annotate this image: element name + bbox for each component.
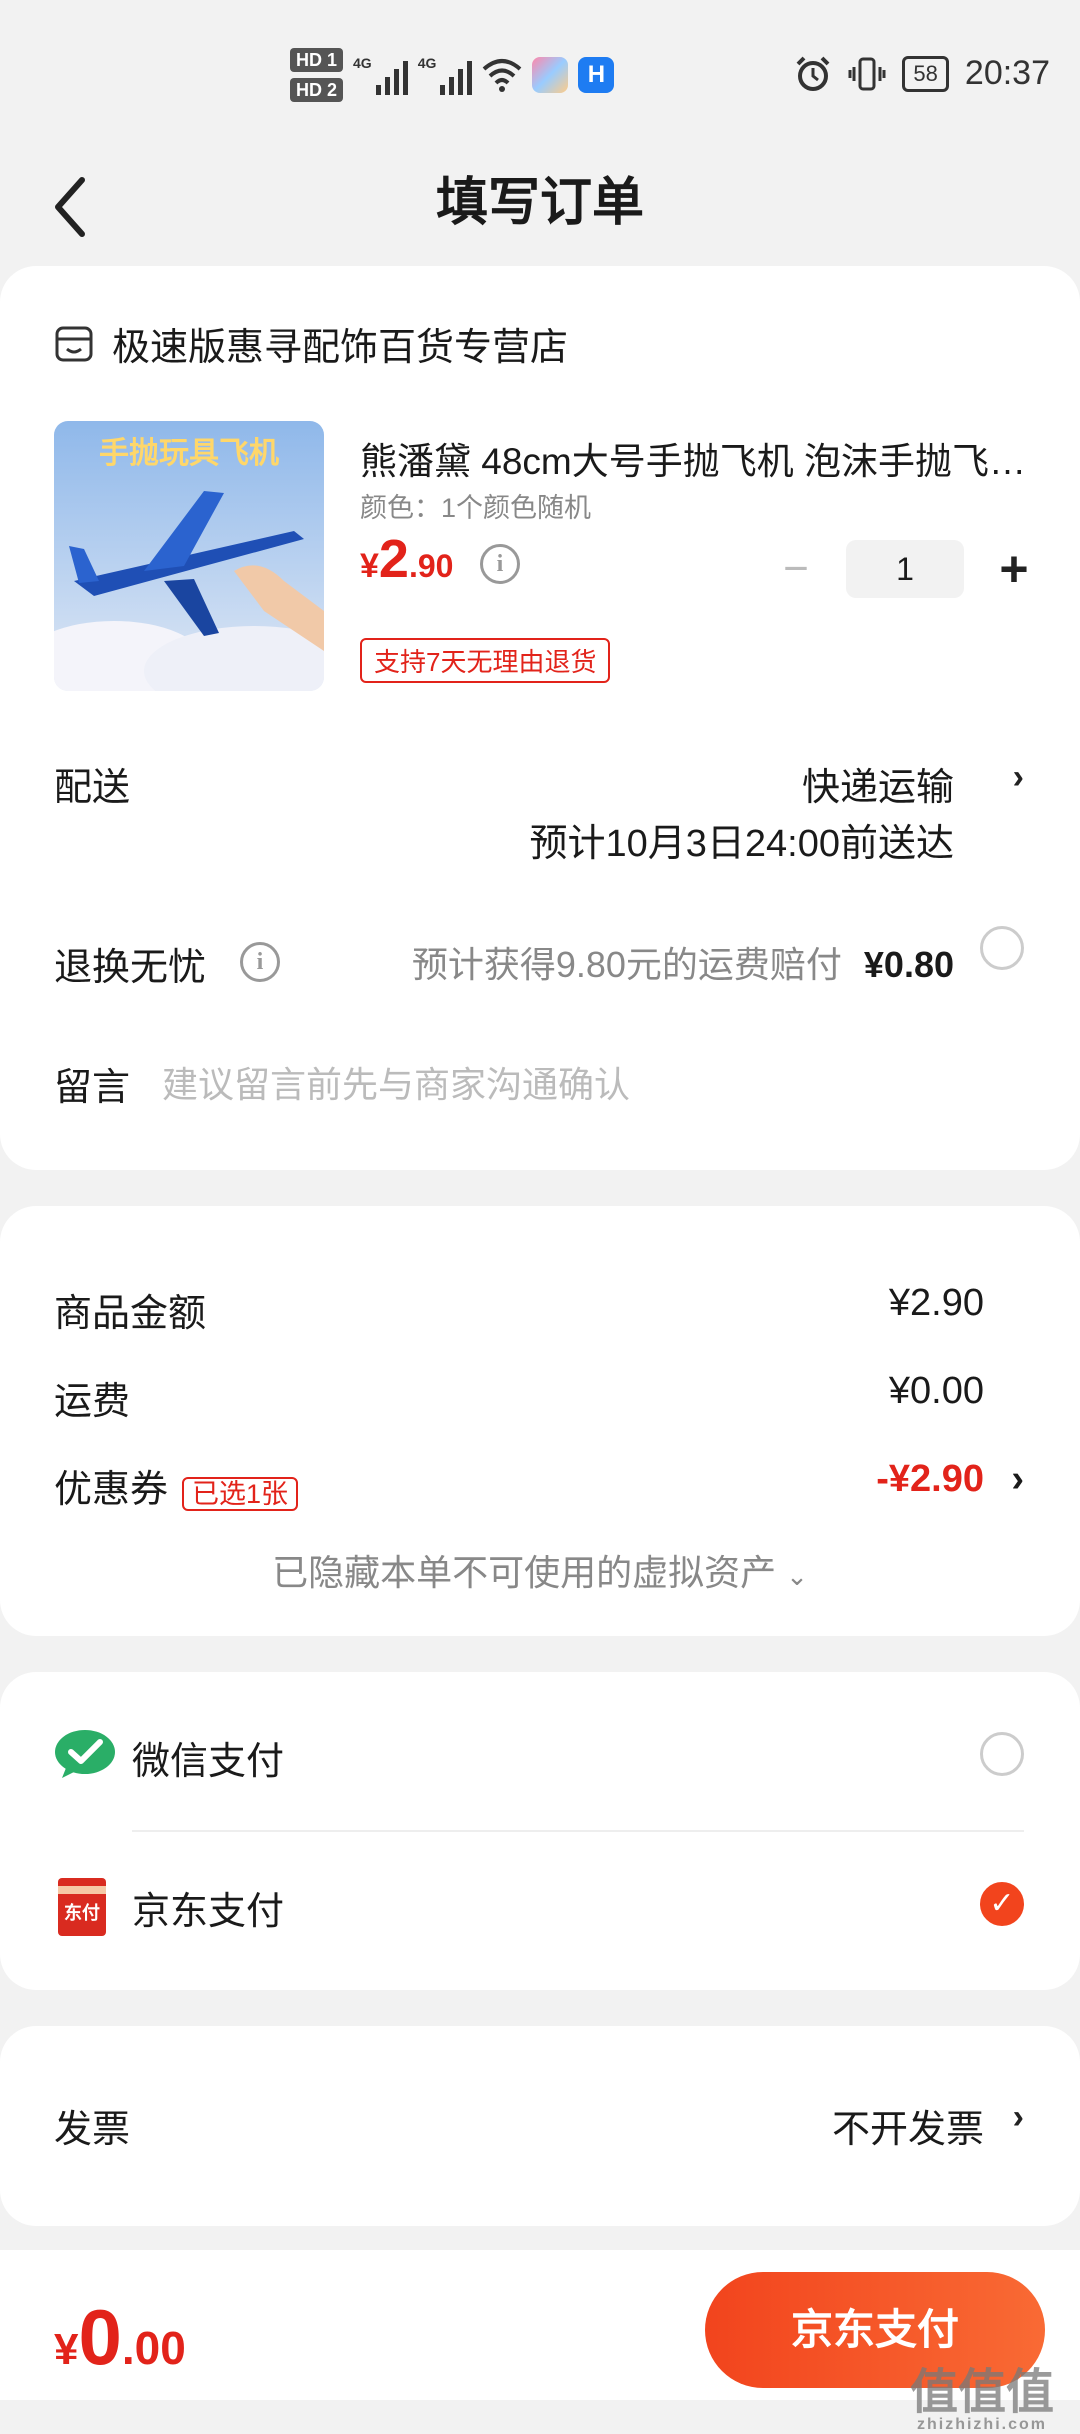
order-card: 极速版惠寻配饰百货专营店 手抛玩具飞机 熊潘黛 48cm大号手抛飞机 泡沫手抛飞… bbox=[0, 266, 1080, 1170]
store-icon bbox=[55, 326, 93, 361]
price-info-icon[interactable]: i bbox=[480, 544, 520, 584]
store-name: 极速版惠寻配饰百货专营店 bbox=[112, 327, 569, 369]
quantity-value[interactable]: 1 bbox=[846, 540, 964, 598]
summary-card: 商品金额 ¥2.90 运费 ¥0.00 优惠券 已选1张 -¥2.90 › 已隐藏… bbox=[0, 1206, 1080, 1636]
price-symbol: ¥ bbox=[360, 547, 379, 585]
goods-amount-value: ¥2.90 bbox=[888, 1282, 984, 1324]
goods-amount-label: 商品金额 bbox=[54, 1293, 207, 1335]
wechat-pay-radio[interactable] bbox=[980, 1732, 1024, 1776]
wechat-icon bbox=[55, 1730, 115, 1778]
message-label: 留言 bbox=[54, 1067, 131, 1109]
message-input[interactable]: 建议留言前先与商家沟通确认 bbox=[162, 1056, 630, 1108]
price-decimal: .90 bbox=[408, 548, 454, 584]
divider bbox=[132, 1830, 1024, 1832]
product-spec[interactable]: 颜色：1个颜色随机 bbox=[360, 486, 591, 525]
return-insurance-desc: 预计获得9.80元的运费赔付 bbox=[411, 944, 842, 985]
quantity-stepper: − 1 + bbox=[766, 540, 1044, 598]
page-header: 填写订单 bbox=[0, 150, 1080, 260]
wifi-icon bbox=[483, 59, 522, 92]
sim1-badge: HD 1 bbox=[290, 48, 344, 72]
status-bar: HD 1 HD 2 4G 4G H 58 20:37 bbox=[0, 0, 1080, 150]
jd-pay-label: 京东支付 bbox=[132, 1891, 285, 1933]
goods-amount-row: 商品金额 ¥2.90 bbox=[54, 1282, 1024, 1337]
jd-pay-icon: 东付 bbox=[58, 1878, 106, 1936]
coupon-badge: 已选1张 bbox=[182, 1477, 299, 1512]
total-amount: ¥0.00 bbox=[54, 2292, 186, 2383]
return-insurance-radio[interactable] bbox=[980, 926, 1024, 970]
hidden-assets-toggle[interactable]: 已隐藏本单不可使用的虚拟资产 ⌄ bbox=[0, 1544, 1080, 1596]
app-notification-icon bbox=[532, 57, 569, 93]
shipping-row: 运费 ¥0.00 bbox=[54, 1370, 1024, 1425]
delivery-method: 快递运输 bbox=[801, 767, 954, 809]
invoice-value: 不开发票 bbox=[831, 2109, 984, 2151]
return-insurance-label: 退换无忧 bbox=[54, 947, 207, 989]
wechat-pay-label: 微信支付 bbox=[132, 1741, 285, 1783]
shipping-label: 运费 bbox=[54, 1381, 131, 1423]
return-insurance-detail: 预计获得9.80元的运费赔付 ¥0.80 bbox=[412, 936, 954, 988]
sim-indicators: HD 1 HD 2 bbox=[290, 48, 344, 102]
increase-button[interactable]: + bbox=[984, 540, 1044, 598]
app-h-icon: H bbox=[578, 57, 615, 93]
invoice-label: 发票 bbox=[54, 2109, 131, 2151]
coupon-row[interactable]: 优惠券 已选1张 -¥2.90 › bbox=[54, 1458, 1024, 1513]
delivery-label: 配送 bbox=[54, 767, 131, 809]
product-image-caption: 手抛玩具飞机 bbox=[99, 437, 279, 470]
return-policy-tag: 支持7天无理由退货 bbox=[360, 638, 611, 683]
chevron-right-icon: › bbox=[1011, 1458, 1024, 1500]
chevron-down-icon: ⌄ bbox=[786, 1561, 808, 1591]
battery-icon: 58 bbox=[902, 55, 949, 92]
total-decimal: .00 bbox=[121, 2322, 186, 2374]
hidden-assets-note: 已隐藏本单不可使用的虚拟资产 bbox=[272, 1552, 777, 1593]
coupon-label: 优惠券 bbox=[54, 1469, 169, 1511]
clock: 20:37 bbox=[964, 54, 1050, 92]
product-image[interactable]: 手抛玩具飞机 bbox=[54, 421, 324, 691]
sim2-badge: HD 2 bbox=[290, 78, 344, 102]
shipping-value: ¥0.00 bbox=[888, 1370, 984, 1412]
chevron-right-icon: › bbox=[1012, 758, 1024, 796]
store-header[interactable]: 极速版惠寻配饰百货专营店 bbox=[54, 316, 568, 371]
jd-pay-icon-text: 东付 bbox=[64, 1903, 100, 1923]
return-insurance-price: ¥0.80 bbox=[863, 944, 954, 985]
status-left: HD 1 HD 2 4G 4G H bbox=[290, 48, 615, 102]
airplane-image: 手抛玩具飞机 bbox=[54, 421, 324, 691]
vibrate-icon bbox=[848, 57, 886, 90]
decrease-button[interactable]: − bbox=[766, 544, 826, 594]
status-right: 58 20:37 bbox=[794, 54, 1050, 93]
return-insurance-info-icon[interactable]: i bbox=[240, 942, 280, 982]
chevron-right-icon: › bbox=[1012, 2098, 1024, 2136]
page-title: 填写订单 bbox=[435, 174, 644, 232]
total-symbol: ¥ bbox=[54, 2325, 79, 2374]
jd-pay-radio-checked[interactable]: ✓ bbox=[980, 1882, 1024, 1926]
delivery-eta: 预计10月3日24:00前送达 bbox=[529, 823, 955, 865]
payment-card: 微信支付 东付 京东支付 ✓ bbox=[0, 1672, 1080, 1990]
invoice-card: 发票 不开发票 › bbox=[0, 2026, 1080, 2226]
product-price: ¥2.90 bbox=[360, 528, 453, 590]
total-integer: 0 bbox=[78, 2293, 122, 2381]
signal-1-icon: 4G bbox=[353, 55, 408, 95]
price-integer: 2 bbox=[378, 529, 409, 589]
alarm-icon bbox=[797, 56, 830, 91]
coupon-value: -¥2.90 bbox=[876, 1458, 984, 1500]
watermark: 值值值 zhizhizhi.com bbox=[910, 2352, 1054, 2434]
watermark-text: 值值值 bbox=[909, 2366, 1054, 2419]
watermark-sub: zhizhizhi.com bbox=[916, 2416, 1047, 2433]
product-name[interactable]: 熊潘黛 48cm大号手抛飞机 泡沫手抛飞机航模 bbox=[360, 431, 1040, 485]
signal-2-icon: 4G bbox=[418, 55, 473, 95]
